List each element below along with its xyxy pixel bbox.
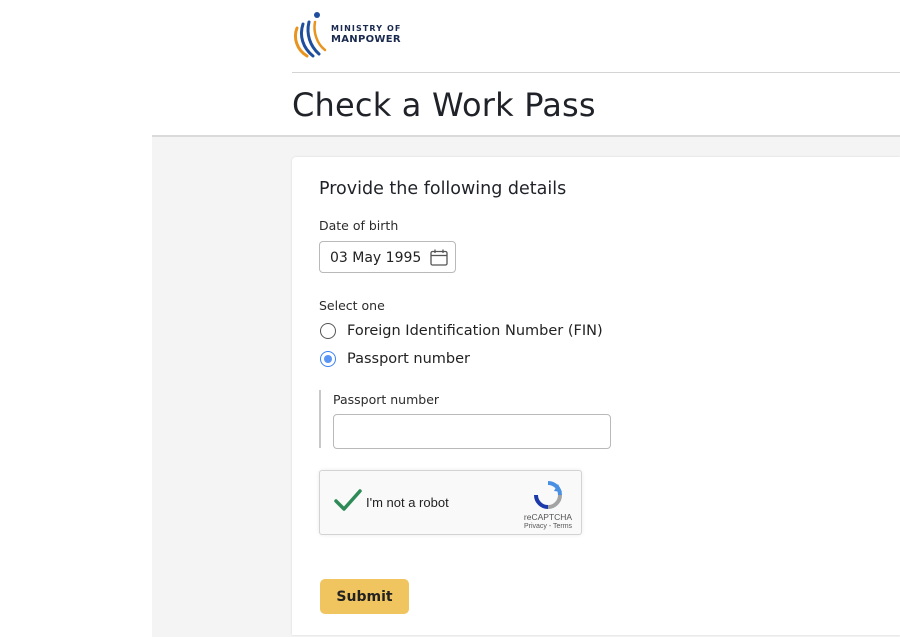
header-divider — [292, 72, 900, 73]
passport-radio[interactable] — [320, 351, 336, 367]
select-one-label: Select one — [319, 298, 385, 313]
logo-line-2: MANPOWER — [331, 34, 401, 45]
dob-value: 03 May 1995 — [330, 250, 422, 266]
mom-logo-icon — [293, 12, 327, 58]
recaptcha-widget: I'm not a robot reCAPTCHA Privacy - Term… — [319, 470, 582, 535]
recaptcha-label: I'm not a robot — [366, 495, 449, 510]
fin-radio[interactable] — [320, 323, 336, 339]
dob-label: Date of birth — [319, 218, 399, 233]
recaptcha-links[interactable]: Privacy - Terms — [519, 523, 577, 530]
conditional-field-bar — [319, 390, 321, 448]
passport-number-input[interactable] — [333, 414, 611, 449]
option-passport[interactable]: Passport number — [320, 349, 470, 369]
fin-radio-label: Foreign Identification Number (FIN) — [347, 323, 603, 339]
option-fin[interactable]: Foreign Identification Number (FIN) — [320, 321, 603, 341]
logo-text: MINISTRY OF MANPOWER — [331, 24, 402, 45]
passport-radio-label: Passport number — [347, 351, 471, 367]
mom-logo[interactable]: MINISTRY OF MANPOWER — [291, 10, 421, 62]
form-heading: Provide the following details — [319, 179, 567, 199]
recaptcha-logo-icon — [534, 481, 562, 509]
checkmark-icon[interactable] — [334, 488, 362, 512]
calendar-icon[interactable] — [430, 249, 448, 266]
page-title: Check a Work Pass — [292, 86, 596, 124]
logo-line-1: MINISTRY OF — [331, 24, 402, 33]
submit-button[interactable]: Submit — [320, 579, 409, 614]
dob-field[interactable]: 03 May 1995 — [319, 241, 456, 273]
passport-number-label: Passport number — [333, 392, 440, 407]
recaptcha-brand: reCAPTCHA — [523, 512, 573, 522]
